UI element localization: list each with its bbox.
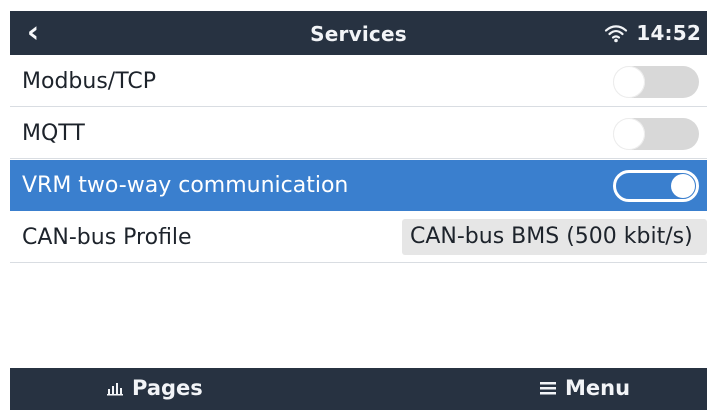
services-screen: ‹ Services 14:52 Modbus/TCP MQTT VRM two… (0, 0, 715, 410)
left-bezel (0, 0, 10, 410)
mqtt-label: MQTT (22, 121, 85, 146)
toggle-knob (613, 66, 645, 98)
header-bar: ‹ Services 14:52 (10, 11, 707, 55)
pages-label: Pages (132, 376, 203, 400)
wifi-icon (604, 22, 628, 44)
toggle-knob (671, 174, 695, 198)
pages-button[interactable]: Pages (106, 376, 203, 400)
footer-bar: Pages Menu (10, 368, 707, 410)
mqtt-row[interactable]: MQTT (10, 108, 707, 159)
can-bus-profile-value[interactable]: CAN-bus BMS (500 kbit/s) (402, 219, 707, 255)
mqtt-toggle[interactable] (613, 118, 699, 150)
services-list: Modbus/TCP MQTT VRM two-way communicatio… (10, 56, 707, 368)
modbus-tcp-row[interactable]: Modbus/TCP (10, 56, 707, 107)
modbus-tcp-label: Modbus/TCP (22, 69, 156, 94)
bar-chart-icon (106, 380, 124, 396)
menu-icon (539, 380, 557, 396)
right-bezel (707, 0, 715, 410)
vrm-two-way-communication-toggle[interactable] (613, 170, 699, 202)
can-bus-profile-row[interactable]: CAN-bus Profile CAN-bus BMS (500 kbit/s) (10, 212, 707, 263)
page-title: Services (310, 22, 407, 46)
status-area: 14:52 (604, 21, 701, 45)
modbus-tcp-toggle[interactable] (613, 66, 699, 98)
vrm-two-way-communication-row[interactable]: VRM two-way communication (10, 160, 707, 211)
menu-label: Menu (565, 376, 631, 400)
menu-button[interactable]: Menu (539, 376, 630, 400)
can-bus-profile-label: CAN-bus Profile (22, 225, 192, 250)
toggle-knob (613, 118, 645, 150)
vrm-two-way-communication-label: VRM two-way communication (22, 173, 349, 198)
clock: 14:52 (636, 21, 701, 45)
